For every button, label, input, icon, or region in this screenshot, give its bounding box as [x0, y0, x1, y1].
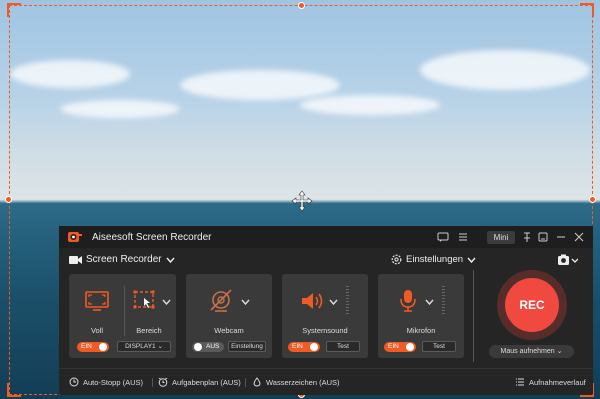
chevron-down-icon[interactable]	[329, 299, 338, 305]
move-icon[interactable]	[291, 190, 313, 212]
droplet-icon	[253, 377, 261, 387]
follow-mouse-label: Maus aufnehmen	[500, 348, 555, 355]
toggle-label: AUS	[206, 343, 220, 350]
title-bar: Aiseesoft Screen Recorder Mini	[59, 226, 593, 248]
settings-dropdown[interactable]: Einstellungen	[391, 254, 476, 265]
recorder-panel: Aiseesoft Screen Recorder Mini Screen Re…	[59, 226, 593, 395]
auto-stop-label: Auto-Stopp (AUS)	[83, 377, 144, 387]
system-sound-toggle[interactable]: EIN	[288, 342, 320, 352]
task-schedule-button[interactable]: Aufgabenplan (AUS)	[158, 377, 241, 387]
auto-stop-button[interactable]: Auto-Stopp (AUS)	[69, 377, 143, 387]
divider	[245, 378, 246, 387]
area-label: Bereich	[136, 326, 162, 335]
webcam-toggle[interactable]: AUS	[192, 342, 224, 352]
speaker-icon[interactable]	[300, 290, 326, 312]
screen-toggle[interactable]: EIN	[77, 342, 109, 352]
display-select[interactable]: DISPLAY1 ⌄	[117, 341, 171, 352]
chevron-down-icon	[467, 257, 476, 263]
webcam-off-icon[interactable]	[208, 288, 234, 314]
chevron-down-icon: ⌄	[157, 343, 163, 350]
full-screen-label: Voll	[90, 326, 104, 335]
chevron-down-icon[interactable]	[162, 299, 171, 305]
follow-mouse-dropdown[interactable]: Maus aufnehmen ⌄	[489, 345, 574, 358]
microphone-toggle[interactable]: EIN	[384, 342, 416, 352]
microphone-label: Mikrofon	[406, 326, 436, 335]
microphone-test-button[interactable]: Test	[422, 341, 456, 352]
watermark-button[interactable]: Wasserzeichen (AUS)	[252, 377, 340, 387]
toggle-knob	[99, 343, 107, 351]
task-schedule-label: Aufgabenplan (AUS)	[172, 377, 241, 387]
clock-icon	[69, 377, 79, 387]
webcam-settings-button[interactable]: Einstellung	[228, 341, 266, 352]
camera-icon	[558, 254, 579, 265]
microphone-card: Mikrofon EIN Test	[378, 274, 464, 358]
footer-bar: Auto-Stopp (AUS) Aufgabenplan (AUS) Wass…	[59, 368, 593, 395]
corner-handle-top-left[interactable]	[7, 3, 21, 17]
menu-icon[interactable]	[457, 231, 469, 243]
corner-handle-bottom-left[interactable]	[7, 383, 21, 397]
display-value: DISPLAY1	[125, 343, 156, 350]
chevron-down-icon	[166, 257, 175, 263]
mode-label: Screen Recorder	[86, 254, 162, 265]
snapshot-button[interactable]	[558, 254, 579, 266]
divider	[152, 378, 153, 387]
divider	[124, 286, 125, 336]
full-screen-icon[interactable]	[84, 290, 110, 312]
app-logo-icon	[68, 232, 82, 242]
toggle-label: EIN	[292, 343, 303, 350]
list-icon	[516, 378, 524, 386]
divider	[473, 270, 474, 362]
system-sound-card: Systemsound EIN Test	[282, 274, 368, 358]
app-title: Aiseesoft Screen Recorder	[92, 232, 212, 243]
rec-button[interactable]: REC	[505, 278, 559, 332]
toggle-knob	[310, 343, 318, 351]
mini-mode-button[interactable]: Mini	[487, 231, 515, 244]
chevron-down-icon[interactable]	[241, 299, 250, 305]
webcam-label: Webcam	[214, 326, 244, 335]
toggle-knob	[406, 343, 414, 351]
edge-handle-left[interactable]	[5, 196, 12, 203]
watermark-label: Wasserzeichen (AUS)	[266, 377, 340, 387]
close-icon[interactable]	[573, 231, 585, 243]
toggle-knob	[194, 343, 202, 351]
chevron-down-icon: ⌄	[556, 348, 563, 355]
volume-meter	[346, 286, 349, 316]
alarm-clock-icon	[158, 377, 168, 387]
toggle-label: EIN	[81, 343, 92, 350]
chevron-down-icon[interactable]	[425, 299, 434, 305]
video-camera-icon	[69, 255, 82, 264]
mic-level-meter	[442, 286, 445, 316]
system-sound-test-button[interactable]: Test	[326, 341, 360, 352]
minimize-icon[interactable]	[555, 231, 567, 243]
minimize-to-tray-icon[interactable]	[537, 231, 549, 243]
system-sound-label: Systemsound	[302, 326, 348, 335]
edge-handle-top[interactable]	[298, 2, 305, 9]
webcam-card: Webcam AUS Einstellung	[186, 274, 272, 358]
custom-area-icon[interactable]	[133, 290, 159, 312]
gear-icon	[391, 254, 402, 265]
recording-history-button[interactable]: Aufnahmeverlauf	[515, 377, 586, 387]
pin-icon[interactable]	[521, 231, 533, 243]
recording-history-label: Aufnahmeverlauf	[529, 377, 586, 387]
settings-label: Einstellungen	[406, 254, 464, 265]
edge-handle-right[interactable]	[589, 196, 596, 203]
feedback-icon[interactable]	[437, 231, 449, 243]
mode-selector[interactable]: Screen Recorder	[69, 254, 175, 265]
microphone-icon[interactable]	[398, 288, 418, 314]
corner-handle-top-right[interactable]	[580, 3, 594, 17]
screen-card: Voll Bereich EIN DISPLAY1 ⌄	[69, 274, 176, 358]
toggle-label: EIN	[388, 343, 399, 350]
